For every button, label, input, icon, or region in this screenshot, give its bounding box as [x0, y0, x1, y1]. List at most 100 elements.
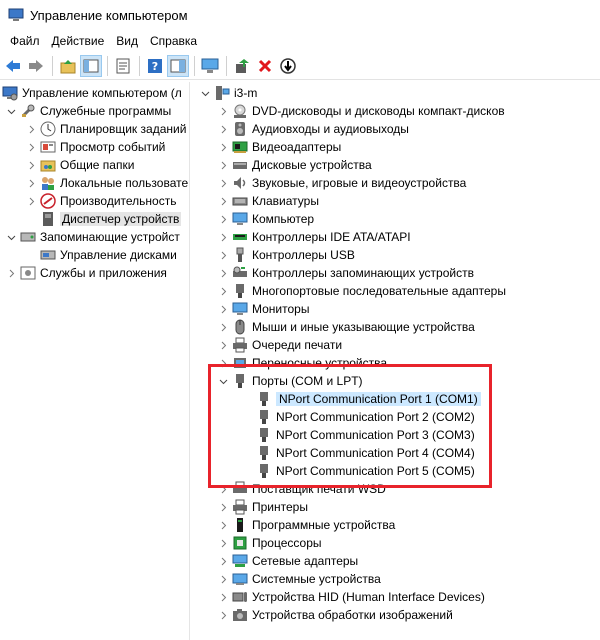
computer-management-icon: [2, 85, 18, 101]
port-item-com3[interactable]: NPort Communication Port 3 (COM3): [256, 426, 475, 444]
menu-action[interactable]: Действие: [46, 34, 111, 48]
chevron-right-icon[interactable]: [6, 268, 16, 278]
chevron-right-icon[interactable]: [26, 196, 36, 206]
category-printers[interactable]: Принтеры: [218, 498, 308, 516]
chevron-right-icon[interactable]: [218, 520, 228, 530]
chevron-right-icon[interactable]: [26, 178, 36, 188]
category-system-devices[interactable]: Системные устройства: [218, 570, 381, 588]
chevron-down-icon[interactable]: [218, 376, 228, 386]
forward-icon[interactable]: [25, 55, 47, 77]
chevron-right-icon[interactable]: [218, 358, 228, 368]
chevron-down-icon[interactable]: [6, 106, 16, 116]
chevron-right-icon[interactable]: [218, 322, 228, 332]
view-icon[interactable]: [167, 54, 189, 77]
update-driver-icon[interactable]: [231, 55, 253, 77]
shared-folder-icon: [40, 157, 56, 173]
chevron-right-icon[interactable]: [218, 214, 228, 224]
tree-item-computer-management[interactable]: Управление компьютером (л: [2, 84, 182, 102]
device-tree-root[interactable]: i3-m: [200, 84, 257, 102]
category-wsd-print-provider[interactable]: Поставщик печати WSD: [218, 480, 386, 498]
chevron-right-icon[interactable]: [218, 124, 228, 134]
up-folder-icon[interactable]: [57, 55, 79, 77]
category-print-queues[interactable]: Очереди печати: [218, 336, 342, 354]
tree-item-performance[interactable]: Производительность: [26, 192, 176, 210]
show-hide-console-tree-icon[interactable]: [80, 54, 102, 77]
category-sound-devices[interactable]: Звуковые, игровые и видеоустройства: [218, 174, 466, 192]
chevron-right-icon[interactable]: [26, 142, 36, 152]
chevron-right-icon[interactable]: [218, 592, 228, 602]
category-hid[interactable]: Устройства HID (Human Interface Devices): [218, 588, 485, 606]
port-item-com2[interactable]: NPort Communication Port 2 (COM2): [256, 408, 475, 426]
category-computer[interactable]: Компьютер: [218, 210, 314, 228]
toolbar-separator: [226, 55, 227, 76]
category-mice[interactable]: Мыши и иные указывающие устройства: [218, 318, 475, 336]
tree-item-label: Запоминающие устройст: [40, 230, 180, 244]
chevron-right-icon[interactable]: [218, 178, 228, 188]
chevron-right-icon[interactable]: [218, 304, 228, 314]
category-ide-controllers[interactable]: Контроллеры IDE ATA/ATAPI: [218, 228, 411, 246]
tree-item-event-viewer[interactable]: Просмотр событий: [26, 138, 165, 156]
chevron-right-icon[interactable]: [26, 160, 36, 170]
category-network-adapters[interactable]: Сетевые адаптеры: [218, 552, 358, 570]
tree-item-device-manager[interactable]: Диспетчер устройств: [40, 210, 182, 228]
back-icon[interactable]: [2, 55, 24, 77]
category-multiport-adapters[interactable]: Многопортовые последовательные адаптеры: [218, 282, 506, 300]
ide-controller-icon: [232, 229, 248, 245]
menu-file[interactable]: Файл: [4, 34, 46, 48]
chevron-right-icon[interactable]: [218, 232, 228, 242]
port-label: NPort Communication Port 5 (COM5): [276, 464, 475, 478]
category-ports[interactable]: Порты (COM и LPT): [218, 372, 363, 390]
tree-item-system-tools[interactable]: Служебные программы: [6, 102, 171, 120]
chevron-right-icon[interactable]: [218, 250, 228, 260]
menu-help[interactable]: Справка: [144, 34, 203, 48]
category-usb-controllers[interactable]: Контроллеры USB: [218, 246, 355, 264]
tree-item-storage[interactable]: Запоминающие устройст: [6, 228, 180, 246]
tree-item-task-scheduler[interactable]: Планировщик заданий: [26, 120, 186, 138]
category-portable-devices[interactable]: Переносные устройства: [218, 354, 387, 372]
chevron-right-icon[interactable]: [218, 556, 228, 566]
category-keyboards[interactable]: Клавиатуры: [218, 192, 319, 210]
chevron-right-icon[interactable]: [218, 574, 228, 584]
port-item-com1[interactable]: NPort Communication Port 1 (COM1): [256, 390, 481, 408]
chevron-right-icon[interactable]: [26, 124, 36, 134]
chevron-right-icon[interactable]: [218, 268, 228, 278]
chevron-right-icon[interactable]: [218, 538, 228, 548]
chevron-right-icon[interactable]: [218, 340, 228, 350]
category-imaging-devices[interactable]: Устройства обработки изображений: [218, 606, 453, 624]
category-display-adapters[interactable]: Видеоадаптеры: [218, 138, 341, 156]
category-label: Переносные устройства: [252, 356, 388, 370]
tree-item-shared-folders[interactable]: Общие папки: [26, 156, 134, 174]
port-item-com5[interactable]: NPort Communication Port 5 (COM5): [256, 462, 475, 480]
tree-item-disk-management[interactable]: Управление дисками: [40, 246, 177, 264]
category-storage-controllers[interactable]: Контроллеры запоминающих устройств: [218, 264, 474, 282]
chevron-right-icon[interactable]: [218, 484, 228, 494]
tree-item-local-users[interactable]: Локальные пользовате: [26, 174, 188, 192]
chevron-right-icon[interactable]: [218, 142, 228, 152]
category-monitors[interactable]: Мониторы: [218, 300, 309, 318]
category-label: Дисковые устройства: [252, 158, 372, 172]
chevron-down-icon[interactable]: [6, 232, 16, 242]
chevron-right-icon[interactable]: [218, 106, 228, 116]
category-disk-drives[interactable]: Дисковые устройства: [218, 156, 372, 174]
monitor-scan-icon[interactable]: [199, 55, 221, 77]
properties-icon[interactable]: [112, 55, 134, 77]
computer-management-app-icon: [8, 8, 24, 22]
chevron-right-icon[interactable]: [218, 160, 228, 170]
uninstall-icon[interactable]: [254, 55, 276, 77]
tree-item-services-apps[interactable]: Службы и приложения: [6, 264, 167, 282]
category-audio-io[interactable]: Аудиовходы и аудиовыходы: [218, 120, 409, 138]
chevron-right-icon[interactable]: [218, 502, 228, 512]
chevron-down-icon[interactable]: [200, 88, 210, 98]
multiport-adapter-icon: [232, 283, 248, 299]
help-icon[interactable]: ?: [144, 55, 166, 77]
category-dvd-drives[interactable]: DVD-дисководы и дисководы компакт-дисков: [218, 102, 505, 120]
chevron-right-icon[interactable]: [218, 286, 228, 296]
category-software-devices[interactable]: Программные устройства: [218, 516, 395, 534]
chevron-right-icon[interactable]: [218, 196, 228, 206]
menu-view[interactable]: Вид: [110, 34, 144, 48]
category-processors[interactable]: Процессоры: [218, 534, 322, 552]
chevron-right-icon[interactable]: [218, 610, 228, 620]
disable-device-icon[interactable]: [277, 55, 299, 77]
port-item-com4[interactable]: NPort Communication Port 4 (COM4): [256, 444, 475, 462]
category-label: Мониторы: [252, 302, 310, 316]
